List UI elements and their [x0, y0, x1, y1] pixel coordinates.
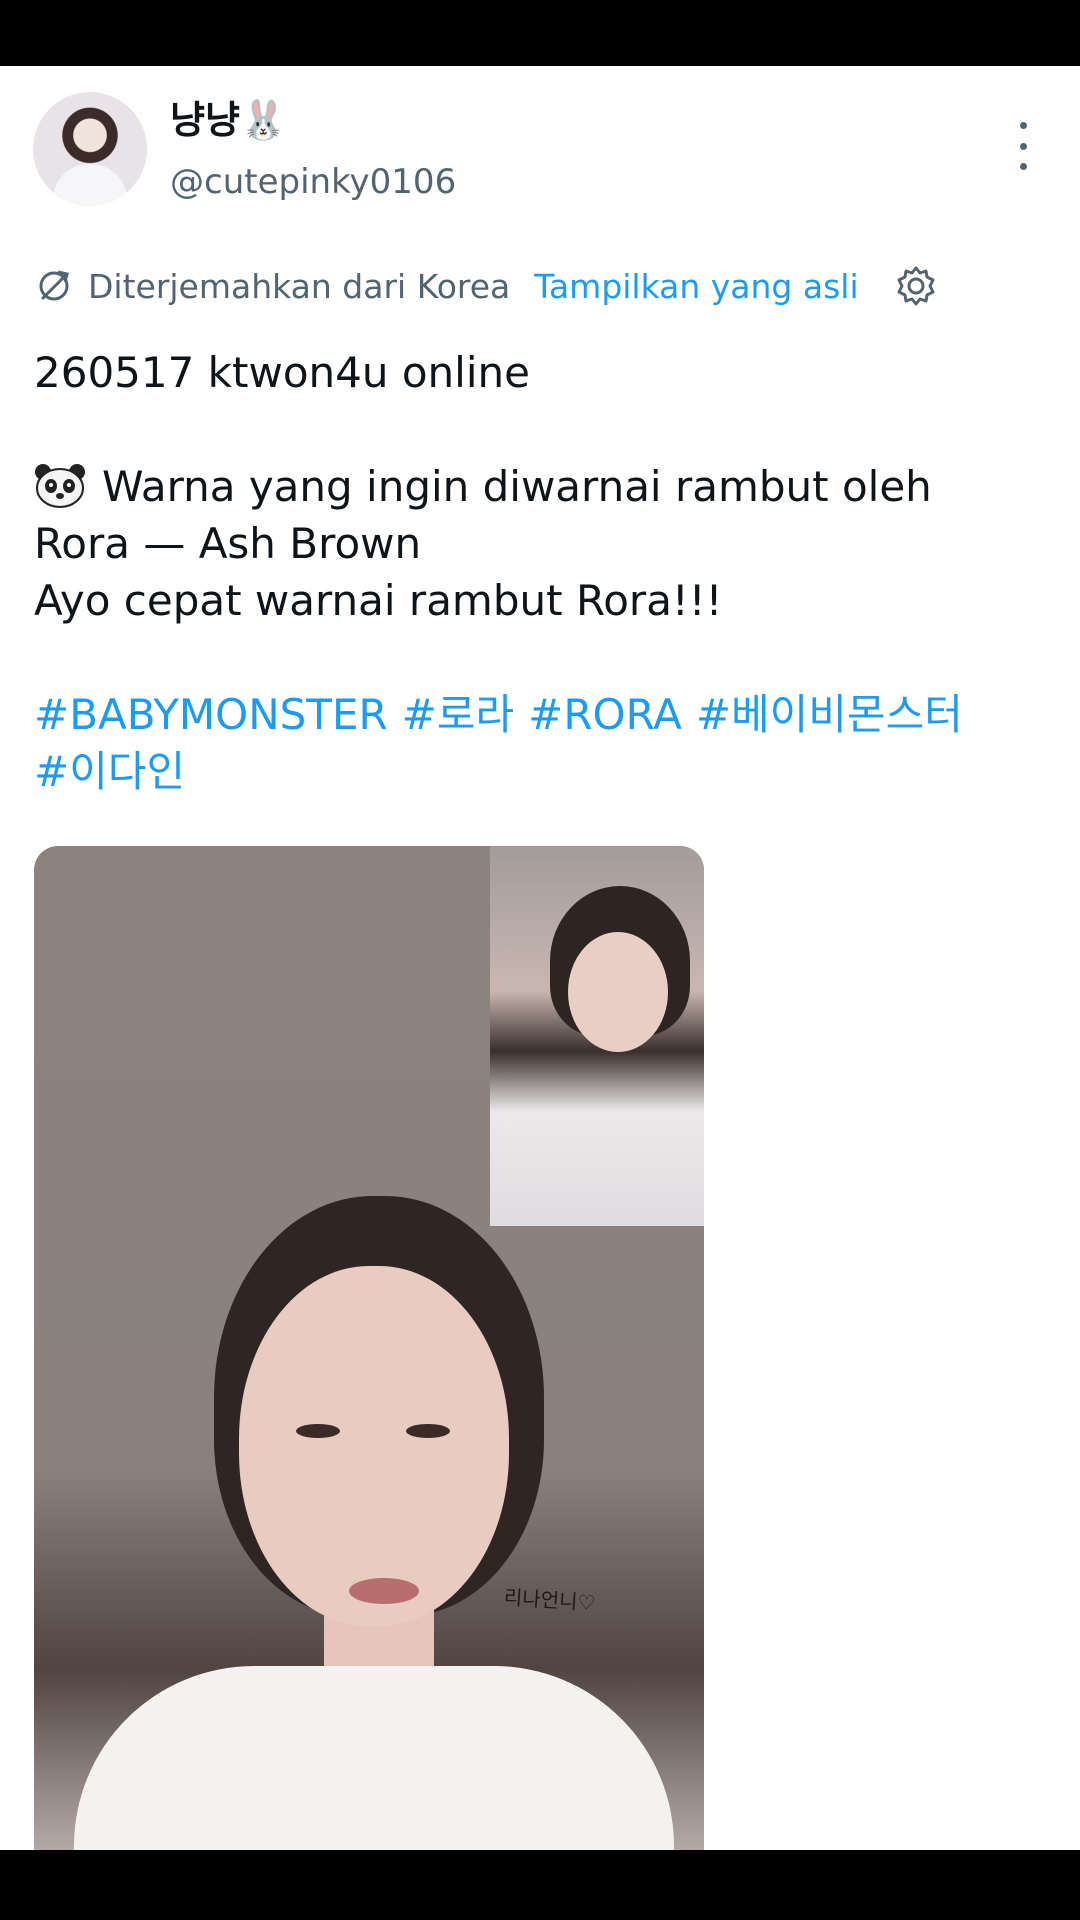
navigation-bar — [0, 1850, 1080, 1920]
hashtag-link[interactable]: #BABYMONSTER — [34, 690, 388, 739]
display-name[interactable]: 냥냥🐰 — [170, 96, 287, 144]
more-options-button[interactable] — [1010, 122, 1036, 170]
tweet-media-image[interactable]: 리나언니♡ — [34, 846, 704, 1850]
user-handle[interactable]: @cutepinky0106 — [170, 160, 456, 204]
gear-icon[interactable] — [894, 264, 938, 308]
tweet-line: Rora — Ash Brown — [34, 519, 422, 568]
more-vertical-icon — [1019, 122, 1027, 129]
handwritten-signature: 리나언니♡ — [503, 1584, 597, 1616]
tweet-line: Ayo cepat warnai rambut Rora!!! — [34, 576, 723, 625]
status-bar — [0, 0, 1080, 66]
tweet-line: 260517 ktwon4u online — [34, 348, 530, 397]
translate-icon — [39, 270, 69, 301]
hashtag-link[interactable]: #이다인 — [34, 747, 185, 796]
hashtag-link[interactable]: #로라 — [402, 690, 514, 739]
show-original-link[interactable]: Tampilkan yang asli — [534, 267, 858, 306]
translation-bar: Diterjemahkan dari Korea Tampilkan yang … — [34, 262, 859, 310]
panda-emoji-icon — [35, 464, 85, 508]
hashtag-link[interactable]: #베이비몬스터 — [696, 690, 963, 739]
hashtag-list: #BABYMONSTER #로라 #RORA #베이비몬스터 #이다인 — [34, 686, 1044, 800]
translation-source-label: Diterjemahkan dari Korea — [88, 266, 511, 306]
hashtag-link[interactable]: #RORA — [528, 690, 682, 739]
avatar[interactable] — [33, 92, 147, 206]
tweet-line: Warna yang ingin diwarnai rambut oleh — [34, 458, 1044, 515]
media-inset-photo — [490, 846, 704, 1226]
tweet-text: 260517 ktwon4u online Warna yang ingin d… — [34, 344, 1044, 800]
